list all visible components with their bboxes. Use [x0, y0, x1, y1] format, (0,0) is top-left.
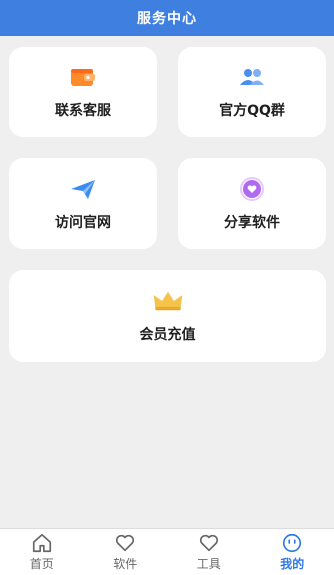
smiley-icon: [281, 532, 303, 554]
wallet-icon: [67, 64, 99, 90]
heart-circle-icon: [236, 176, 268, 202]
tab-tools-label: 工具: [197, 555, 221, 572]
contact-support-label: 联系客服: [55, 100, 111, 120]
group-icon: [236, 64, 268, 90]
home-icon: [31, 532, 53, 554]
tab-home[interactable]: 首页: [0, 529, 84, 575]
tab-mine-label: 我的: [280, 555, 304, 572]
vip-recharge-label: 会员充值: [140, 324, 196, 344]
contact-support-card[interactable]: 联系客服: [9, 47, 157, 137]
share-app-card[interactable]: 分享软件: [178, 158, 326, 249]
tab-software-label: 软件: [113, 555, 137, 572]
tab-mine[interactable]: 我的: [251, 529, 334, 575]
heart-icon: [114, 532, 136, 554]
vip-recharge-card[interactable]: 会员充值: [9, 270, 326, 362]
visit-website-card[interactable]: 访问官网: [9, 158, 157, 249]
header-bar: 服务中心: [0, 0, 334, 36]
qq-group-card[interactable]: 官方QQ群: [178, 47, 326, 137]
crown-icon: [152, 288, 184, 314]
visit-website-label: 访问官网: [55, 212, 111, 232]
share-app-label: 分享软件: [224, 212, 280, 232]
qq-group-label: 官方QQ群: [219, 100, 285, 120]
bottom-tab-bar: 首页 软件 工具 我的: [0, 528, 334, 575]
paper-plane-icon: [67, 176, 99, 202]
tab-tools[interactable]: 工具: [167, 529, 251, 575]
page-title: 服务中心: [137, 8, 197, 28]
heart-outline-icon: [198, 532, 220, 554]
tab-software[interactable]: 软件: [84, 529, 168, 575]
tab-home-label: 首页: [30, 555, 54, 572]
